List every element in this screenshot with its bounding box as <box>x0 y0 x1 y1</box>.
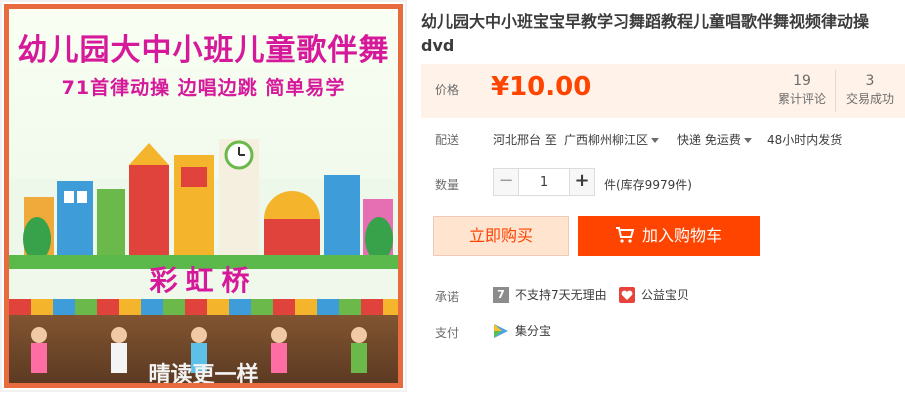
product-image-frame: 幼儿园大中小班儿童歌伴舞 71首律动操 边唱边跳 简单易学 彩虹桥 晴读更一样 <box>4 4 403 388</box>
charity-label: 公益宝贝 <box>641 288 690 302</box>
reviews-count: 19 <box>793 73 811 89</box>
quantity-label: 数量 <box>435 178 460 192</box>
shipping-method-label: 快递 免运费 <box>677 133 741 147</box>
payment-label: 支付 <box>435 326 460 340</box>
no-return-label: 不支持7天无理由 <box>515 288 607 302</box>
charity-heart-icon <box>619 286 635 303</box>
quantity-decrease-button[interactable]: − <box>493 168 519 196</box>
payment-method-label: 集分宝 <box>515 324 552 338</box>
add-to-cart-button[interactable]: 加入购物车 <box>578 216 760 256</box>
no-return-icon: 7 <box>493 286 509 303</box>
stock-text: 件(库存9979件) <box>604 178 692 192</box>
shipping-method[interactable]: 快递 免运费 <box>677 131 752 148</box>
price-label: 价格 <box>435 83 460 97</box>
product-title: 幼儿园大中小班宝宝早教学习舞蹈教程儿童唱歌伴舞视频律动操dvd <box>421 12 870 55</box>
shipping-destination-label: 广西柳州柳江区 <box>564 133 649 147</box>
charity-badge[interactable]: 公益宝贝 <box>619 286 689 303</box>
quantity-increase-button[interactable]: + <box>569 168 595 196</box>
shipping-label: 配送 <box>435 133 460 147</box>
promise-label: 承诺 <box>435 290 460 304</box>
deals-label: 交易成功 <box>845 92 894 106</box>
chevron-down-icon <box>651 138 660 143</box>
shipping-origin: 河北邢台 至 <box>493 133 557 147</box>
shopping-cart-icon <box>615 227 635 243</box>
stage-photo: 晴读更一样 <box>9 299 398 383</box>
add-to-cart-label: 加入购物车 <box>641 226 722 245</box>
image-bottom-text: 晴读更一样 <box>148 363 259 388</box>
price-box: 价格 ¥10.00 19 累计评论 3 交易成功 <box>421 64 905 118</box>
image-subtitle: 71首律动操 边唱边跳 简单易学 <box>61 77 346 99</box>
quantity-input[interactable] <box>519 168 569 196</box>
buy-now-button[interactable]: 立即购买 <box>433 216 569 256</box>
deals-stat[interactable]: 3 交易成功 <box>835 72 905 108</box>
image-title: 幼儿园大中小班儿童歌伴舞 <box>17 33 390 68</box>
jifenbao-icon <box>494 323 508 338</box>
image-caption: 彩虹桥 <box>149 264 258 297</box>
product-image[interactable]: 幼儿园大中小班儿童歌伴舞 71首律动操 边唱边跳 简单易学 彩虹桥 晴读更一样 <box>0 0 407 392</box>
reviews-label: 累计评论 <box>777 92 826 106</box>
chevron-down-icon <box>743 138 752 143</box>
deals-count: 3 <box>865 73 875 89</box>
shipping-destination[interactable]: 广西柳州柳江区 <box>564 131 660 148</box>
shipping-dispatch-time: 48小时内发货 <box>767 133 843 147</box>
price-value: ¥10.00 <box>491 72 592 102</box>
payment-method[interactable]: 集分宝 <box>493 322 551 339</box>
no-return-policy[interactable]: 7 不支持7天无理由 <box>493 286 607 303</box>
reviews-stat[interactable]: 19 累计评论 <box>767 72 837 108</box>
toy-blocks-illustration <box>9 139 398 269</box>
quantity-stepper: − + <box>493 168 595 196</box>
